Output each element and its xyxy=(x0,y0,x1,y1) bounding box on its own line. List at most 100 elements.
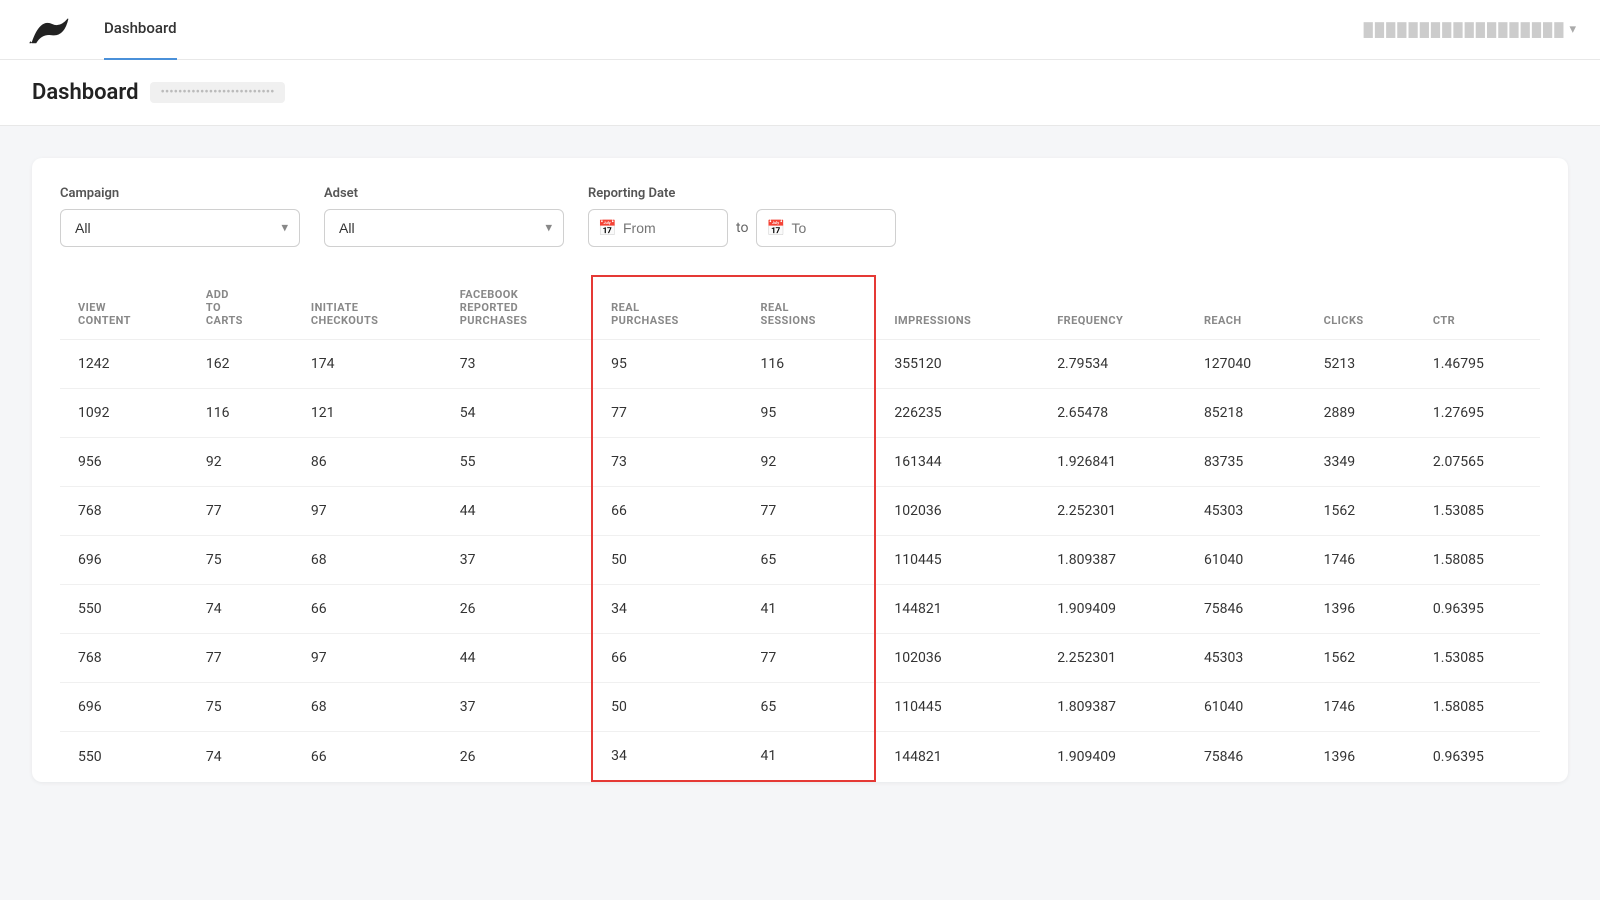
table-row: 55074662634411448211.9094097584613960.96… xyxy=(60,585,1540,634)
data-table: VIEWCONTENT ADDTOCARTS INITIATECHECKOUTS… xyxy=(60,275,1540,782)
td-initiate_checkouts: 121 xyxy=(293,389,442,438)
td-reach: 83735 xyxy=(1186,438,1306,487)
td-view_content: 1242 xyxy=(60,340,188,389)
td-impressions: 102036 xyxy=(875,634,1039,683)
td-reach: 127040 xyxy=(1186,340,1306,389)
td-ctr: 1.58085 xyxy=(1415,683,1540,732)
td-impressions: 161344 xyxy=(875,438,1039,487)
td-frequency: 1.926841 xyxy=(1039,438,1186,487)
td-real_purchases: 77 xyxy=(592,389,742,438)
td-view_content: 696 xyxy=(60,536,188,585)
th-initiate-checkouts: INITIATECHECKOUTS xyxy=(293,276,442,340)
campaign-select[interactable]: All xyxy=(60,209,300,247)
page-title: Dashboard xyxy=(32,80,138,105)
td-impressions: 355120 xyxy=(875,340,1039,389)
td-view_content: 956 xyxy=(60,438,188,487)
td-add_to_carts: 116 xyxy=(188,389,293,438)
td-add_to_carts: 75 xyxy=(188,536,293,585)
nav-links: Dashboard xyxy=(104,19,177,41)
nav-dashboard[interactable]: Dashboard xyxy=(104,19,177,41)
td-real_sessions: 77 xyxy=(743,634,876,683)
page-header: Dashboard •••••••••••••••••••••••••• xyxy=(0,60,1600,126)
td-view_content: 768 xyxy=(60,487,188,536)
td-fb_reported_purchases: 37 xyxy=(442,683,592,732)
td-initiate_checkouts: 68 xyxy=(293,536,442,585)
td-reach: 85218 xyxy=(1186,389,1306,438)
campaign-filter: Campaign All xyxy=(60,186,300,247)
td-real_sessions: 41 xyxy=(743,732,876,782)
navbar: Dashboard ██████████████████ ▾ xyxy=(0,0,1600,60)
td-ctr: 1.58085 xyxy=(1415,536,1540,585)
td-reach: 75846 xyxy=(1186,732,1306,782)
td-ctr: 1.27695 xyxy=(1415,389,1540,438)
date-to-separator: to xyxy=(736,220,748,236)
td-fb_reported_purchases: 44 xyxy=(442,634,592,683)
td-frequency: 1.809387 xyxy=(1039,536,1186,585)
td-frequency: 2.65478 xyxy=(1039,389,1186,438)
table-row: 95692865573921613441.9268418373533492.07… xyxy=(60,438,1540,487)
td-view_content: 696 xyxy=(60,683,188,732)
td-real_purchases: 34 xyxy=(592,585,742,634)
td-frequency: 1.809387 xyxy=(1039,683,1186,732)
td-real_sessions: 77 xyxy=(743,487,876,536)
navbar-left: Dashboard xyxy=(24,12,177,48)
td-impressions: 226235 xyxy=(875,389,1039,438)
td-add_to_carts: 162 xyxy=(188,340,293,389)
th-clicks: CLICKS xyxy=(1306,276,1415,340)
td-ctr: 2.07565 xyxy=(1415,438,1540,487)
td-clicks: 1562 xyxy=(1306,634,1415,683)
td-fb_reported_purchases: 26 xyxy=(442,585,592,634)
th-real-sessions: REALSESSIONS xyxy=(743,276,876,340)
table-row: 76877974466771020362.2523014530315621.53… xyxy=(60,634,1540,683)
adset-select-wrapper: All xyxy=(324,209,564,247)
td-impressions: 144821 xyxy=(875,585,1039,634)
td-clicks: 1746 xyxy=(1306,683,1415,732)
header-row: VIEWCONTENT ADDTOCARTS INITIATECHECKOUTS… xyxy=(60,276,1540,340)
td-view_content: 550 xyxy=(60,732,188,782)
td-view_content: 550 xyxy=(60,585,188,634)
date-filter: Reporting Date 📅 to 📅 xyxy=(588,186,896,247)
td-real_purchases: 66 xyxy=(592,634,742,683)
campaign-select-wrapper: All xyxy=(60,209,300,247)
td-ctr: 0.96395 xyxy=(1415,585,1540,634)
td-add_to_carts: 77 xyxy=(188,634,293,683)
td-add_to_carts: 74 xyxy=(188,585,293,634)
campaign-label: Campaign xyxy=(60,186,300,201)
td-clicks: 1746 xyxy=(1306,536,1415,585)
td-reach: 61040 xyxy=(1186,683,1306,732)
table-row: 55074662634411448211.9094097584613960.96… xyxy=(60,732,1540,782)
td-add_to_carts: 77 xyxy=(188,487,293,536)
to-date-wrapper: 📅 xyxy=(756,209,896,247)
td-impressions: 144821 xyxy=(875,732,1039,782)
dropdown-icon: ▾ xyxy=(1569,22,1576,37)
td-fb_reported_purchases: 54 xyxy=(442,389,592,438)
adset-filter: Adset All xyxy=(324,186,564,247)
td-real_sessions: 65 xyxy=(743,683,876,732)
adset-select[interactable]: All xyxy=(324,209,564,247)
td-real_purchases: 50 xyxy=(592,683,742,732)
th-fb-reported-purchases: FACEBOOKREPORTEDPURCHASES xyxy=(442,276,592,340)
td-real_purchases: 73 xyxy=(592,438,742,487)
td-real_purchases: 95 xyxy=(592,340,742,389)
td-clicks: 5213 xyxy=(1306,340,1415,389)
store-url: •••••••••••••••••••••••••• xyxy=(150,82,284,103)
table-container: VIEWCONTENT ADDTOCARTS INITIATECHECKOUTS… xyxy=(60,275,1540,782)
logo-icon xyxy=(24,12,72,48)
td-reach: 61040 xyxy=(1186,536,1306,585)
td-frequency: 2.252301 xyxy=(1039,634,1186,683)
table-row: 76877974466771020362.2523014530315621.53… xyxy=(60,487,1540,536)
td-frequency: 1.909409 xyxy=(1039,732,1186,782)
td-reach: 45303 xyxy=(1186,487,1306,536)
table-body: 124216217473951163551202.795341270405213… xyxy=(60,340,1540,782)
td-clicks: 2889 xyxy=(1306,389,1415,438)
th-real-purchases: REALPURCHASES xyxy=(592,276,742,340)
user-dropdown[interactable]: ██████████████████ ▾ xyxy=(1364,22,1576,38)
td-initiate_checkouts: 86 xyxy=(293,438,442,487)
td-fb_reported_purchases: 73 xyxy=(442,340,592,389)
td-add_to_carts: 74 xyxy=(188,732,293,782)
td-fb_reported_purchases: 37 xyxy=(442,536,592,585)
td-add_to_carts: 75 xyxy=(188,683,293,732)
td-frequency: 2.252301 xyxy=(1039,487,1186,536)
table-row: 69675683750651104451.8093876104017461.58… xyxy=(60,683,1540,732)
adset-label: Adset xyxy=(324,186,564,201)
